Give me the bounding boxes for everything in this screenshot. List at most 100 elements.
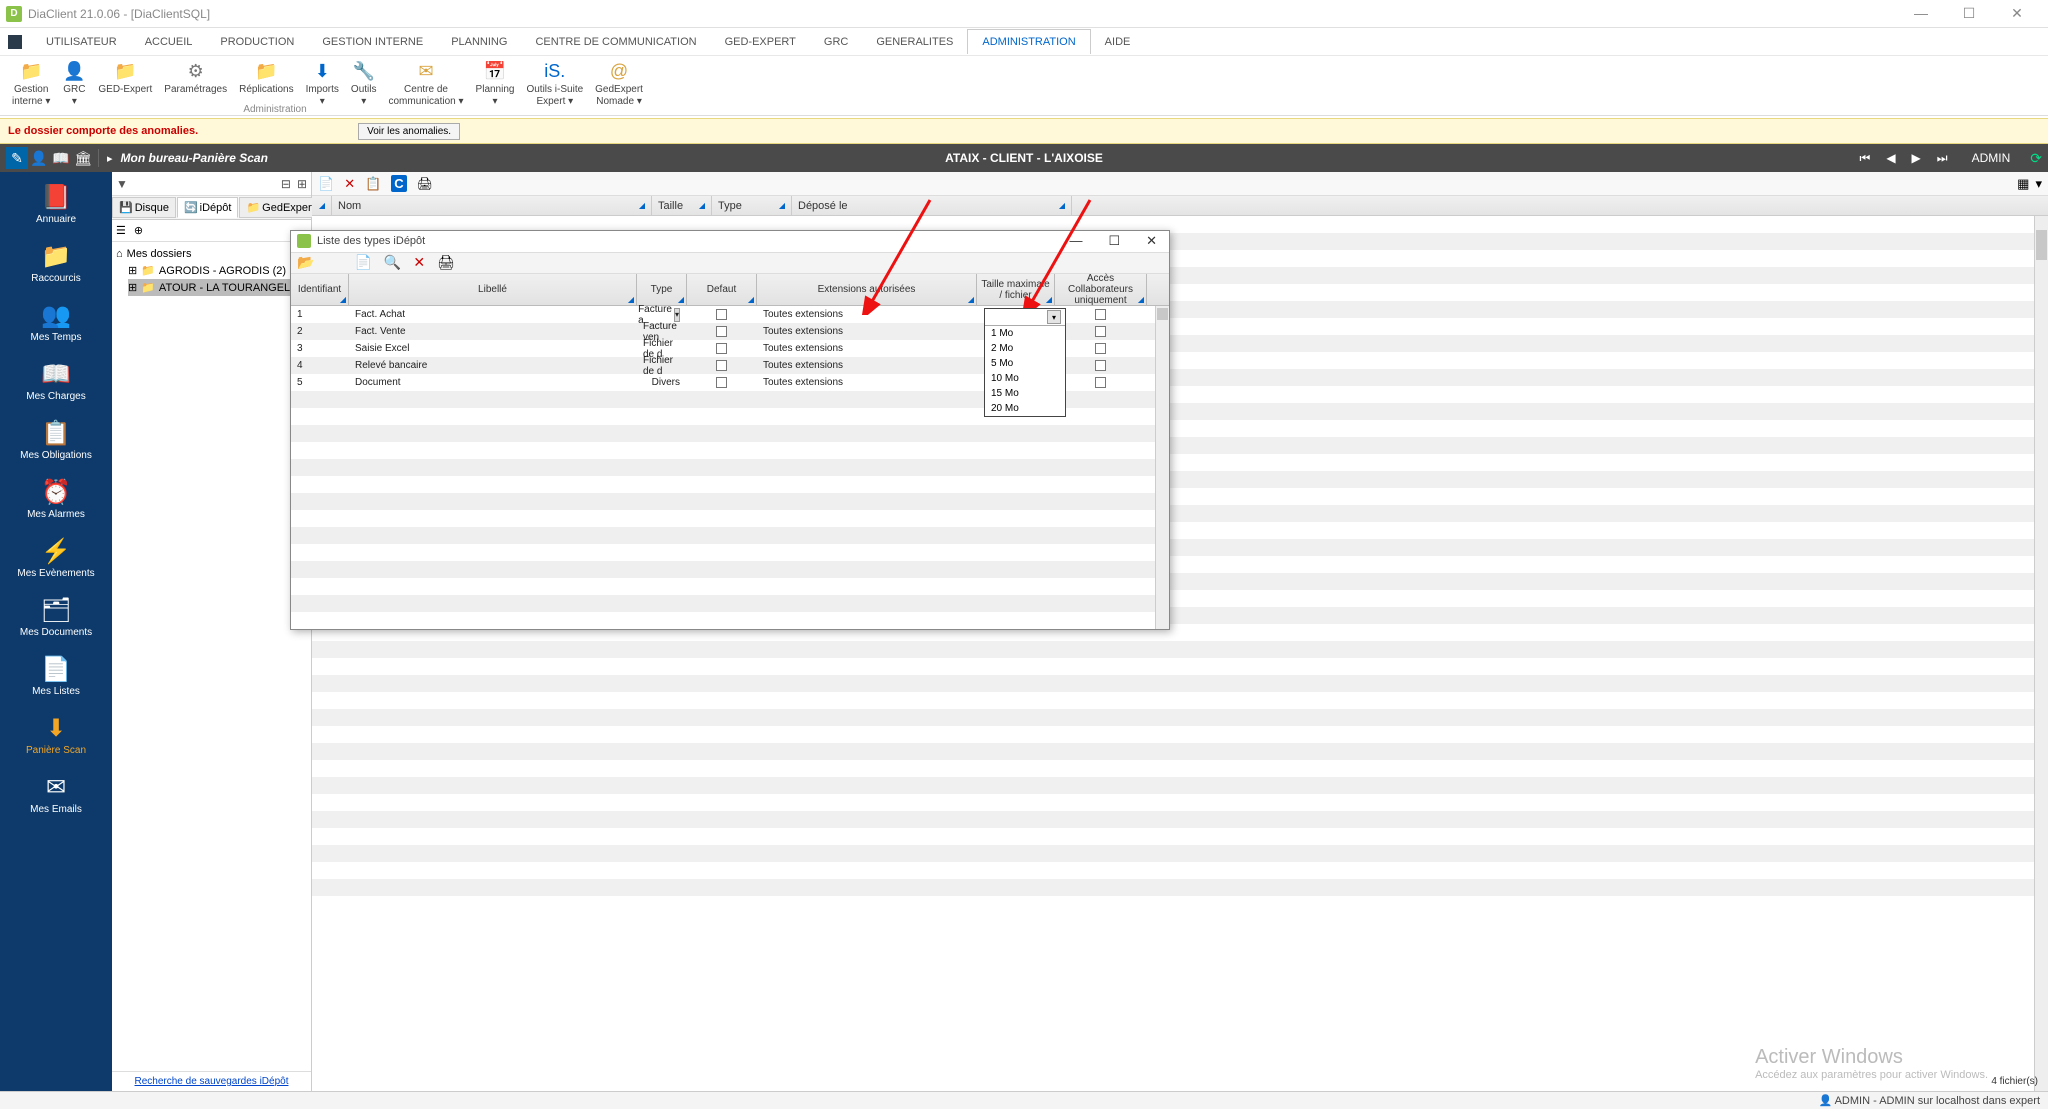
dialog-minimize-button[interactable]: — [1063, 233, 1088, 249]
menu-aide[interactable]: AIDE [1091, 30, 1145, 54]
sidebar-item-mes-listes[interactable]: 📄 Mes Listes [0, 646, 112, 705]
menu-generalites[interactable]: GENERALITES [862, 30, 967, 54]
dialog-print-icon[interactable]: 🖨 [437, 254, 455, 271]
sort-icon[interactable]: ◢ [779, 201, 785, 210]
sort-icon[interactable]: ◢ [340, 295, 346, 304]
taille-dropdown[interactable]: ▾ 1 Mo2 Mo5 Mo10 Mo15 Mo20 Mo [984, 308, 1066, 417]
sort-icon[interactable]: ◢ [319, 201, 325, 210]
ribbon-centre-de[interactable]: ✉ Centre decommunication ▾ [384, 60, 467, 108]
nav-prev-icon[interactable]: ◀ [1882, 151, 1899, 165]
tree-tab-disque[interactable]: 💾Disque [112, 197, 176, 218]
dropdown-option[interactable]: 2 Mo [985, 341, 1065, 356]
filter-icon[interactable]: ▼ [116, 177, 128, 191]
checkbox[interactable] [1095, 360, 1106, 371]
dropdown-option[interactable]: 1 Mo [985, 326, 1065, 341]
delete-icon[interactable]: ✕ [344, 176, 355, 192]
ribbon-outils-i-suite[interactable]: iS. Outils i-SuiteExpert ▾ [522, 60, 587, 108]
checkbox[interactable] [716, 377, 727, 388]
edit-icon[interactable]: ✎ [6, 147, 28, 169]
column-header[interactable]: Taille◢ [652, 196, 712, 215]
tree-collapse-icon[interactable]: ⊟ [281, 177, 291, 191]
tree-add-icon[interactable]: ⊕ [134, 224, 143, 237]
checkbox[interactable] [716, 309, 727, 320]
building-icon[interactable]: 🏛 [72, 147, 94, 169]
dialog-scrollbar[interactable] [1155, 306, 1169, 629]
chevron-down-icon[interactable]: ▾ [674, 308, 680, 322]
sidebar-item-mes-documents[interactable]: 🗂 Mes Documents [0, 587, 112, 646]
checkbox[interactable] [1095, 343, 1106, 354]
checkbox[interactable] [716, 326, 727, 337]
tree-expand-icon[interactable]: ⊞ [297, 177, 307, 191]
tree-tab-gedexpert[interactable]: 📁GedExpert [239, 197, 321, 218]
dialog-column-header[interactable]: Taille maximale / fichier◢ [977, 274, 1055, 305]
ribbon-outils[interactable]: 🔧 Outils▾ [347, 60, 381, 108]
tree-root[interactable]: ⌂ Mes dossiers [116, 246, 307, 262]
refresh-icon[interactable]: ⟳ [2030, 150, 2042, 167]
copy-icon[interactable]: 📋 [365, 176, 381, 192]
dialog-maximize-button[interactable]: ☐ [1102, 233, 1126, 249]
scrollbar[interactable] [2034, 216, 2048, 1093]
sort-icon[interactable]: ◢ [748, 295, 754, 304]
ribbon-grc[interactable]: 👤 GRC▾ [58, 60, 90, 108]
sort-icon[interactable]: ◢ [1138, 295, 1144, 304]
dialog-delete-icon[interactable]: ✕ [413, 254, 425, 271]
column-header[interactable]: Type◢ [712, 196, 792, 215]
tree-node[interactable]: ⊞📁 AGRODIS - AGRODIS (2) [128, 262, 307, 279]
tree-list-icon[interactable]: ☰ [116, 224, 126, 237]
nav-first-icon[interactable]: ⏮ [1856, 151, 1875, 166]
ribbon-planning[interactable]: 📅 Planning▾ [472, 60, 519, 108]
tree-tab-idépôt[interactable]: 🔄iDépôt [177, 197, 239, 218]
menu-utilisateur[interactable]: UTILISATEUR [32, 30, 131, 54]
menu-centre-de-communication[interactable]: CENTRE DE COMMUNICATION [521, 30, 710, 54]
sidebar-item-mes-temps[interactable]: 👥 Mes Temps [0, 292, 112, 351]
sort-icon[interactable]: ◢ [639, 201, 645, 210]
checkbox[interactable] [716, 360, 727, 371]
column-header[interactable]: Nom◢ [332, 196, 652, 215]
menu-accueil[interactable]: ACCUEIL [131, 30, 207, 54]
column-header[interactable]: Déposé le◢ [792, 196, 1072, 215]
sidebar-item-mes-evènements[interactable]: ⚡ Mes Evènements [0, 528, 112, 587]
ribbon-imports[interactable]: ⬇ Imports▾ [302, 60, 343, 108]
close-button[interactable]: ✕ [2002, 5, 2032, 22]
ribbon-gestion[interactable]: 📁 Gestioninterne ▾ [8, 60, 54, 108]
dialog-zoom-icon[interactable]: 🔍 [384, 254, 401, 271]
dropdown-option[interactable]: 20 Mo [985, 401, 1065, 416]
menu-planning[interactable]: PLANNING [437, 30, 521, 54]
ribbon-ged-expert[interactable]: 📁 GED-Expert [94, 60, 156, 108]
menu-icon[interactable]: ▾ [2035, 176, 2042, 192]
menu-grc[interactable]: GRC [810, 30, 862, 54]
sort-icon[interactable]: ◢ [628, 295, 634, 304]
tree-node[interactable]: ⊞📁 ATOUR - LA TOURANGEL (4) [128, 279, 307, 296]
ribbon-r-plications[interactable]: 📁 Réplications [235, 60, 297, 108]
checkbox[interactable] [716, 343, 727, 354]
dialog-column-header[interactable]: Accès Collaborateurs uniquement◢ [1055, 274, 1147, 305]
taille-dropdown-field[interactable]: ▾ [985, 309, 1065, 326]
sort-icon[interactable]: ◢ [1059, 201, 1065, 210]
dialog-column-header[interactable]: Identifiant◢ [291, 274, 349, 305]
sidebar-item-panière-scan[interactable]: ⬇ Panière Scan [0, 705, 112, 764]
minimize-button[interactable]: — [1906, 5, 1936, 22]
checkbox[interactable] [1095, 326, 1106, 337]
maximize-button[interactable]: ☐ [1954, 5, 1984, 22]
new-doc-icon[interactable]: 📄 [318, 176, 334, 192]
ribbon-gedexpert[interactable]: @ GedExpertNomade ▾ [591, 60, 647, 108]
backup-search-link[interactable]: Recherche de sauvegardes iDépôt [135, 1076, 289, 1087]
book-icon[interactable]: 📖 [50, 147, 72, 169]
anomaly-view-button[interactable]: Voir les anomalies. [358, 123, 460, 140]
app-menu-icon[interactable] [8, 35, 22, 49]
print-icon[interactable]: 🖨 [417, 176, 434, 192]
sidebar-item-mes-alarmes[interactable]: ⏰ Mes Alarmes [0, 469, 112, 528]
chevron-down-icon[interactable]: ▾ [1047, 310, 1061, 324]
menu-administration[interactable]: ADMINISTRATION [967, 29, 1090, 54]
user-icon[interactable]: 👤 [28, 147, 50, 169]
nav-next-icon[interactable]: ▶ [1908, 151, 1925, 165]
menu-production[interactable]: PRODUCTION [206, 30, 308, 54]
sidebar-item-mes-charges[interactable]: 📖 Mes Charges [0, 351, 112, 410]
c-action-icon[interactable]: C [391, 175, 406, 192]
dropdown-option[interactable]: 15 Mo [985, 386, 1065, 401]
dialog-new-icon[interactable]: 📄 [354, 254, 371, 271]
sidebar-item-annuaire[interactable]: 📕 Annuaire [0, 174, 112, 233]
sort-icon[interactable]: ◢ [699, 201, 705, 210]
checkbox[interactable] [1095, 309, 1106, 320]
dropdown-option[interactable]: 10 Mo [985, 371, 1065, 386]
